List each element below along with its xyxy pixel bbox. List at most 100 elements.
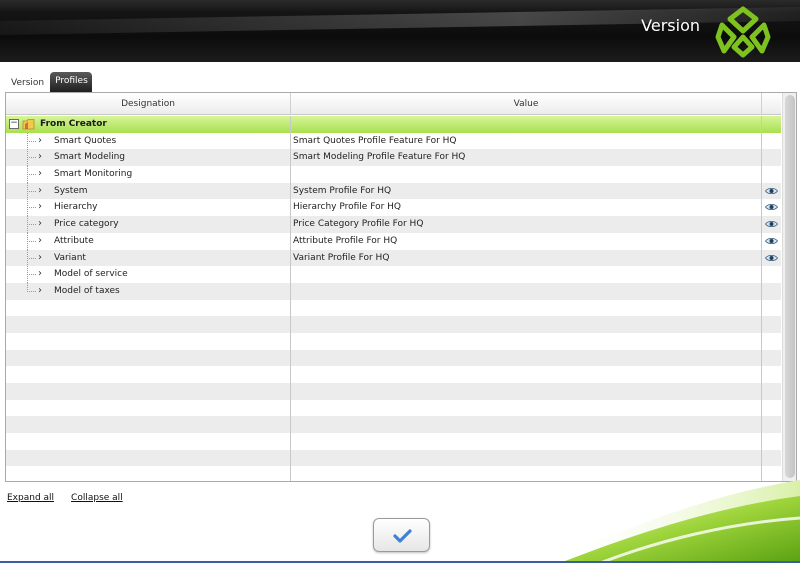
empty-row: [6, 383, 781, 400]
empty-cell: [291, 383, 762, 400]
designation-label: Price category: [54, 219, 119, 230]
empty-cell: [6, 366, 291, 383]
tab-version[interactable]: Version: [6, 74, 48, 92]
table-row[interactable]: › Smart Modeling Smart Modeling Profile Fe…: [6, 149, 781, 167]
designation-cell: › System: [6, 182, 291, 200]
table-row[interactable]: › Variant Variant Profile For HQ: [6, 249, 781, 267]
empty-cell: [762, 400, 781, 417]
value-cell: Price Category Profile For HQ: [291, 216, 762, 233]
grid-rows: − From Creator › Smart Quotes Smart Quotes…: [6, 116, 781, 481]
action-cell: [762, 266, 781, 283]
action-cell: [762, 183, 781, 200]
confirm-button[interactable]: [373, 518, 430, 552]
app-header: Version: [0, 0, 800, 62]
group-row-from-creator[interactable]: − From Creator: [6, 116, 781, 133]
table-row[interactable]: › Hierarchy Hierarchy Profile For HQ: [6, 199, 781, 217]
designation-label: Attribute: [54, 235, 94, 246]
tree-connector: [27, 174, 36, 176]
empty-cell: [291, 366, 762, 383]
chevron-right-icon[interactable]: ›: [38, 199, 42, 215]
designation-cell: › Attribute: [6, 232, 291, 250]
action-cell: [762, 166, 781, 183]
empty-cell: [6, 449, 291, 467]
designation-label: Hierarchy: [54, 202, 98, 213]
empty-cell: [291, 299, 762, 317]
chevron-right-icon[interactable]: ›: [38, 266, 42, 282]
designation-label: Variant: [54, 252, 86, 263]
table-row[interactable]: › Model of taxes: [6, 282, 781, 300]
decorative-swoosh: [540, 480, 800, 563]
empty-cell: [6, 349, 291, 367]
designation-cell: › Smart Monitoring: [6, 166, 291, 183]
collapse-toggle[interactable]: −: [9, 119, 19, 129]
chevron-right-icon[interactable]: ›: [38, 283, 42, 299]
designation-label: Model of taxes: [54, 285, 120, 296]
chevron-right-icon[interactable]: ›: [38, 133, 42, 149]
empty-cell: [291, 399, 762, 417]
table-row[interactable]: › Model of service: [6, 266, 781, 283]
empty-row: [6, 349, 781, 367]
group-cell: − From Creator: [6, 116, 291, 133]
tree-connector: [27, 257, 36, 259]
empty-cell: [6, 466, 291, 481]
action-cell: [762, 133, 781, 150]
grid-header: Designation Value: [6, 93, 781, 115]
chevron-right-icon[interactable]: ›: [38, 216, 42, 232]
table-row[interactable]: › Attribute Attribute Profile For HQ: [6, 232, 781, 250]
chevron-right-icon[interactable]: ›: [38, 149, 42, 165]
table-row[interactable]: › Price category Price Category Profile Fo…: [6, 216, 781, 233]
group-action-cell: [762, 116, 781, 133]
collapse-all-link[interactable]: Collapse all: [71, 493, 123, 503]
empty-cell: [762, 333, 781, 350]
value-cell: Smart Modeling Profile Feature For HQ: [291, 149, 762, 167]
table-row[interactable]: › Smart Monitoring: [6, 166, 781, 183]
value-cell: Attribute Profile For HQ: [291, 232, 762, 250]
tree-connector: [27, 240, 36, 242]
group-label: From Creator: [40, 119, 107, 129]
eye-icon[interactable]: [765, 220, 778, 228]
chevron-right-icon[interactable]: ›: [38, 250, 42, 266]
empty-row: [6, 366, 781, 383]
column-header-value[interactable]: Value: [291, 93, 762, 115]
vertical-scrollbar[interactable]: [782, 93, 796, 481]
designation-cell: › Price category: [6, 216, 291, 233]
value-cell: Hierarchy Profile For HQ: [291, 199, 762, 217]
table-row[interactable]: › System System Profile For HQ: [6, 182, 781, 200]
tree-connector: [27, 140, 36, 142]
tree-connector: [27, 207, 36, 209]
checkmark-icon: [393, 529, 412, 543]
brand-logo-icon: [715, 6, 771, 58]
tree-connector: [27, 274, 36, 276]
value-cell: [291, 166, 762, 183]
eye-icon[interactable]: [765, 237, 778, 245]
empty-row: [6, 449, 781, 467]
empty-cell: [291, 349, 762, 367]
chevron-right-icon[interactable]: ›: [38, 233, 42, 249]
designation-cell: › Model of taxes: [6, 282, 291, 300]
tree-connector: [27, 290, 36, 292]
chevron-right-icon[interactable]: ›: [38, 183, 42, 199]
value-cell: Smart Quotes Profile Feature For HQ: [291, 132, 762, 150]
scrollbar-thumb[interactable]: [785, 95, 795, 478]
eye-icon[interactable]: [765, 187, 778, 195]
column-header-designation[interactable]: Designation: [6, 93, 291, 115]
empty-cell: [6, 299, 291, 317]
empty-cell: [6, 399, 291, 417]
action-cell: [762, 199, 781, 216]
empty-row: [6, 332, 781, 350]
designation-label: Smart Modeling: [54, 152, 126, 163]
tree-connector: [27, 224, 36, 226]
eye-icon[interactable]: [765, 203, 778, 211]
designation-label: Model of service: [54, 269, 128, 280]
expand-all-link[interactable]: Expand all: [7, 493, 54, 503]
chevron-right-icon[interactable]: ›: [38, 166, 42, 182]
tab-bar: Version Profiles: [6, 72, 92, 92]
empty-row: [6, 416, 781, 434]
empty-cell: [762, 350, 781, 367]
tab-profiles[interactable]: Profiles: [50, 72, 92, 92]
empty-cell: [762, 450, 781, 467]
eye-icon[interactable]: [765, 254, 778, 262]
action-cell: [762, 283, 781, 300]
table-row[interactable]: › Smart Quotes Smart Quotes Profile Featur…: [6, 132, 781, 150]
empty-cell: [6, 433, 291, 450]
